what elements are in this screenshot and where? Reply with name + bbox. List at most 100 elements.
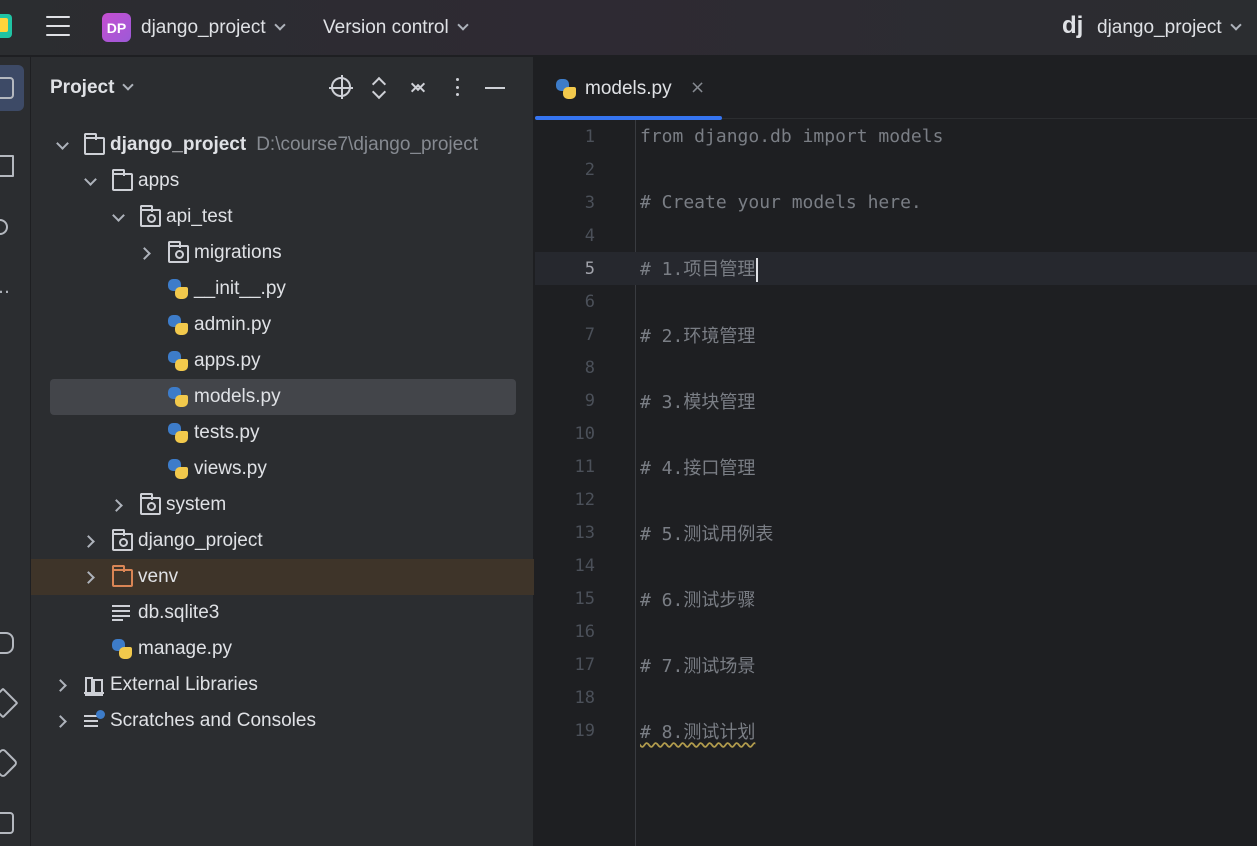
chevron-down-icon — [273, 19, 286, 31]
chevron-down-icon — [457, 19, 469, 31]
tab-label: models.py — [585, 78, 672, 99]
tree-item-django-project[interactable]: django_project D:\course7\django_project — [31, 127, 534, 163]
code-line[interactable]: 16 — [535, 615, 1257, 648]
project-view-selector[interactable]: Project — [50, 77, 135, 99]
package-folder-icon — [140, 493, 161, 515]
code-line[interactable]: 14 — [535, 549, 1257, 582]
editor-tab-bar: models.py × — [535, 57, 1257, 120]
python-packages-icon[interactable] — [0, 632, 14, 654]
tree-item-external-libraries[interactable]: External Libraries — [31, 667, 534, 703]
code-line[interactable]: 4 — [535, 219, 1257, 252]
more-tools-icon[interactable]: … — [0, 277, 14, 299]
tree-item-label: api_test — [166, 206, 233, 227]
line-number: 3 — [584, 192, 595, 213]
tree-item-label: django_project D:\course7\django_project — [110, 134, 478, 155]
tree-item-db-sqlite3[interactable]: db.sqlite3 — [31, 595, 534, 631]
line-number: 11 — [574, 456, 595, 477]
code-line[interactable]: 12 — [535, 483, 1257, 516]
python-file-icon — [168, 387, 188, 407]
tab-models-py[interactable]: models.py × — [535, 57, 722, 120]
code-line[interactable]: 9 # 3.模块管理 — [535, 384, 1257, 417]
code-line[interactable]: 19 # 8.测试计划 — [535, 714, 1257, 747]
commit-icon[interactable] — [0, 219, 8, 235]
line-number: 19 — [574, 720, 595, 741]
code-text: # 7.测试场景 — [640, 655, 756, 677]
python-file-icon — [168, 459, 188, 479]
tree-item-label: views.py — [194, 458, 267, 479]
code-editor[interactable]: 1 from django.db import models 2 3 # Create … — [535, 120, 1257, 747]
chevron-down-icon[interactable] — [83, 174, 97, 188]
options-menu-icon[interactable] — [446, 77, 468, 97]
chevron-right-icon[interactable] — [55, 678, 69, 692]
tree-item-system[interactable]: system — [31, 487, 534, 523]
project-selector[interactable]: django_project — [141, 17, 286, 39]
code-line[interactable]: 11 # 4.接口管理 — [535, 450, 1257, 483]
tree-item-init-py[interactable]: __init__.py — [31, 271, 534, 307]
chevron-down-icon[interactable] — [111, 210, 125, 224]
code-line[interactable]: 10 — [535, 417, 1257, 450]
tree-item-label: apps.py — [194, 350, 261, 371]
terminal-icon[interactable] — [0, 812, 14, 834]
tree-item-admin-py[interactable]: admin.py — [31, 307, 534, 343]
tree-item-api-test[interactable]: api_test — [31, 199, 534, 235]
python-file-icon — [168, 423, 188, 443]
structure-icon[interactable] — [0, 155, 14, 177]
python-file-icon — [168, 279, 188, 299]
code-text: # 8.测试计划 — [640, 721, 756, 743]
code-line[interactable]: 5 # 1.项目管理 — [535, 252, 1257, 285]
tree-item-apps[interactable]: apps — [31, 163, 534, 199]
project-folder-icon[interactable] — [0, 77, 14, 99]
main-menu-icon[interactable] — [46, 16, 70, 38]
tree-item-manage-py[interactable]: manage.py — [31, 631, 534, 667]
line-number: 15 — [574, 588, 595, 609]
pycharm-logo-icon[interactable] — [0, 14, 12, 38]
python-file-icon — [556, 79, 576, 99]
code-line[interactable]: 2 — [535, 153, 1257, 186]
code-line[interactable]: 1 from django.db import models — [535, 120, 1257, 153]
code-line[interactable]: 3 # Create your models here. — [535, 186, 1257, 219]
code-text: # Create your models here. — [640, 192, 922, 213]
tree-item-models-py[interactable]: models.py — [50, 379, 516, 415]
library-icon — [84, 676, 104, 696]
vcs-menu[interactable]: Version control — [323, 17, 469, 39]
expand-all-icon[interactable] — [368, 77, 390, 99]
chevron-right-icon[interactable] — [139, 246, 153, 260]
python-file-icon — [168, 315, 188, 335]
tree-item-apps-py[interactable]: apps.py — [31, 343, 534, 379]
tree-item-migrations[interactable]: migrations — [31, 235, 534, 271]
code-line[interactable]: 6 — [535, 285, 1257, 318]
run-config-selector[interactable]: django_project — [1097, 17, 1242, 39]
tree-item-label: models.py — [194, 386, 281, 407]
tree-item-django-project[interactable]: django_project — [31, 523, 534, 559]
services-icon[interactable] — [0, 747, 19, 779]
tree-item-label: apps — [138, 170, 180, 191]
tree-item-scratches-and-consoles[interactable]: Scratches and Consoles — [31, 703, 534, 739]
code-line[interactable]: 8 — [535, 351, 1257, 384]
code-line[interactable]: 15 # 6.测试步骤 — [535, 582, 1257, 615]
close-icon[interactable]: × — [690, 77, 705, 98]
tree-item-views-py[interactable]: views.py — [31, 451, 534, 487]
code-text: # 5.测试用例表 — [640, 523, 774, 545]
chevron-down-icon[interactable] — [55, 138, 69, 152]
tree-item-tests-py[interactable]: tests.py — [31, 415, 534, 451]
chevron-right-icon[interactable] — [111, 498, 125, 512]
package-folder-icon — [140, 205, 161, 227]
code-line[interactable]: 7 # 2.环境管理 — [535, 318, 1257, 351]
tree-item-venv[interactable]: venv — [31, 559, 534, 595]
chevron-right-icon[interactable] — [55, 714, 69, 728]
select-opened-file-icon[interactable] — [329, 75, 353, 99]
hide-panel-icon[interactable] — [485, 77, 507, 99]
project-badge[interactable]: DP — [102, 13, 131, 42]
code-line[interactable]: 13 # 5.测试用例表 — [535, 516, 1257, 549]
code-text: # 6.测试步骤 — [640, 589, 756, 611]
chevron-right-icon[interactable] — [83, 570, 97, 584]
project-panel-title: Project — [50, 77, 115, 98]
code-text: # 1.项目管理 — [640, 255, 759, 282]
chevron-right-icon[interactable] — [83, 534, 97, 548]
line-number: 5 — [584, 258, 595, 279]
layers-icon[interactable] — [0, 687, 19, 719]
collapse-all-icon[interactable] — [407, 77, 429, 99]
code-line[interactable]: 17 # 7.测试场景 — [535, 648, 1257, 681]
code-line[interactable]: 18 — [535, 681, 1257, 714]
line-number: 10 — [574, 423, 595, 444]
